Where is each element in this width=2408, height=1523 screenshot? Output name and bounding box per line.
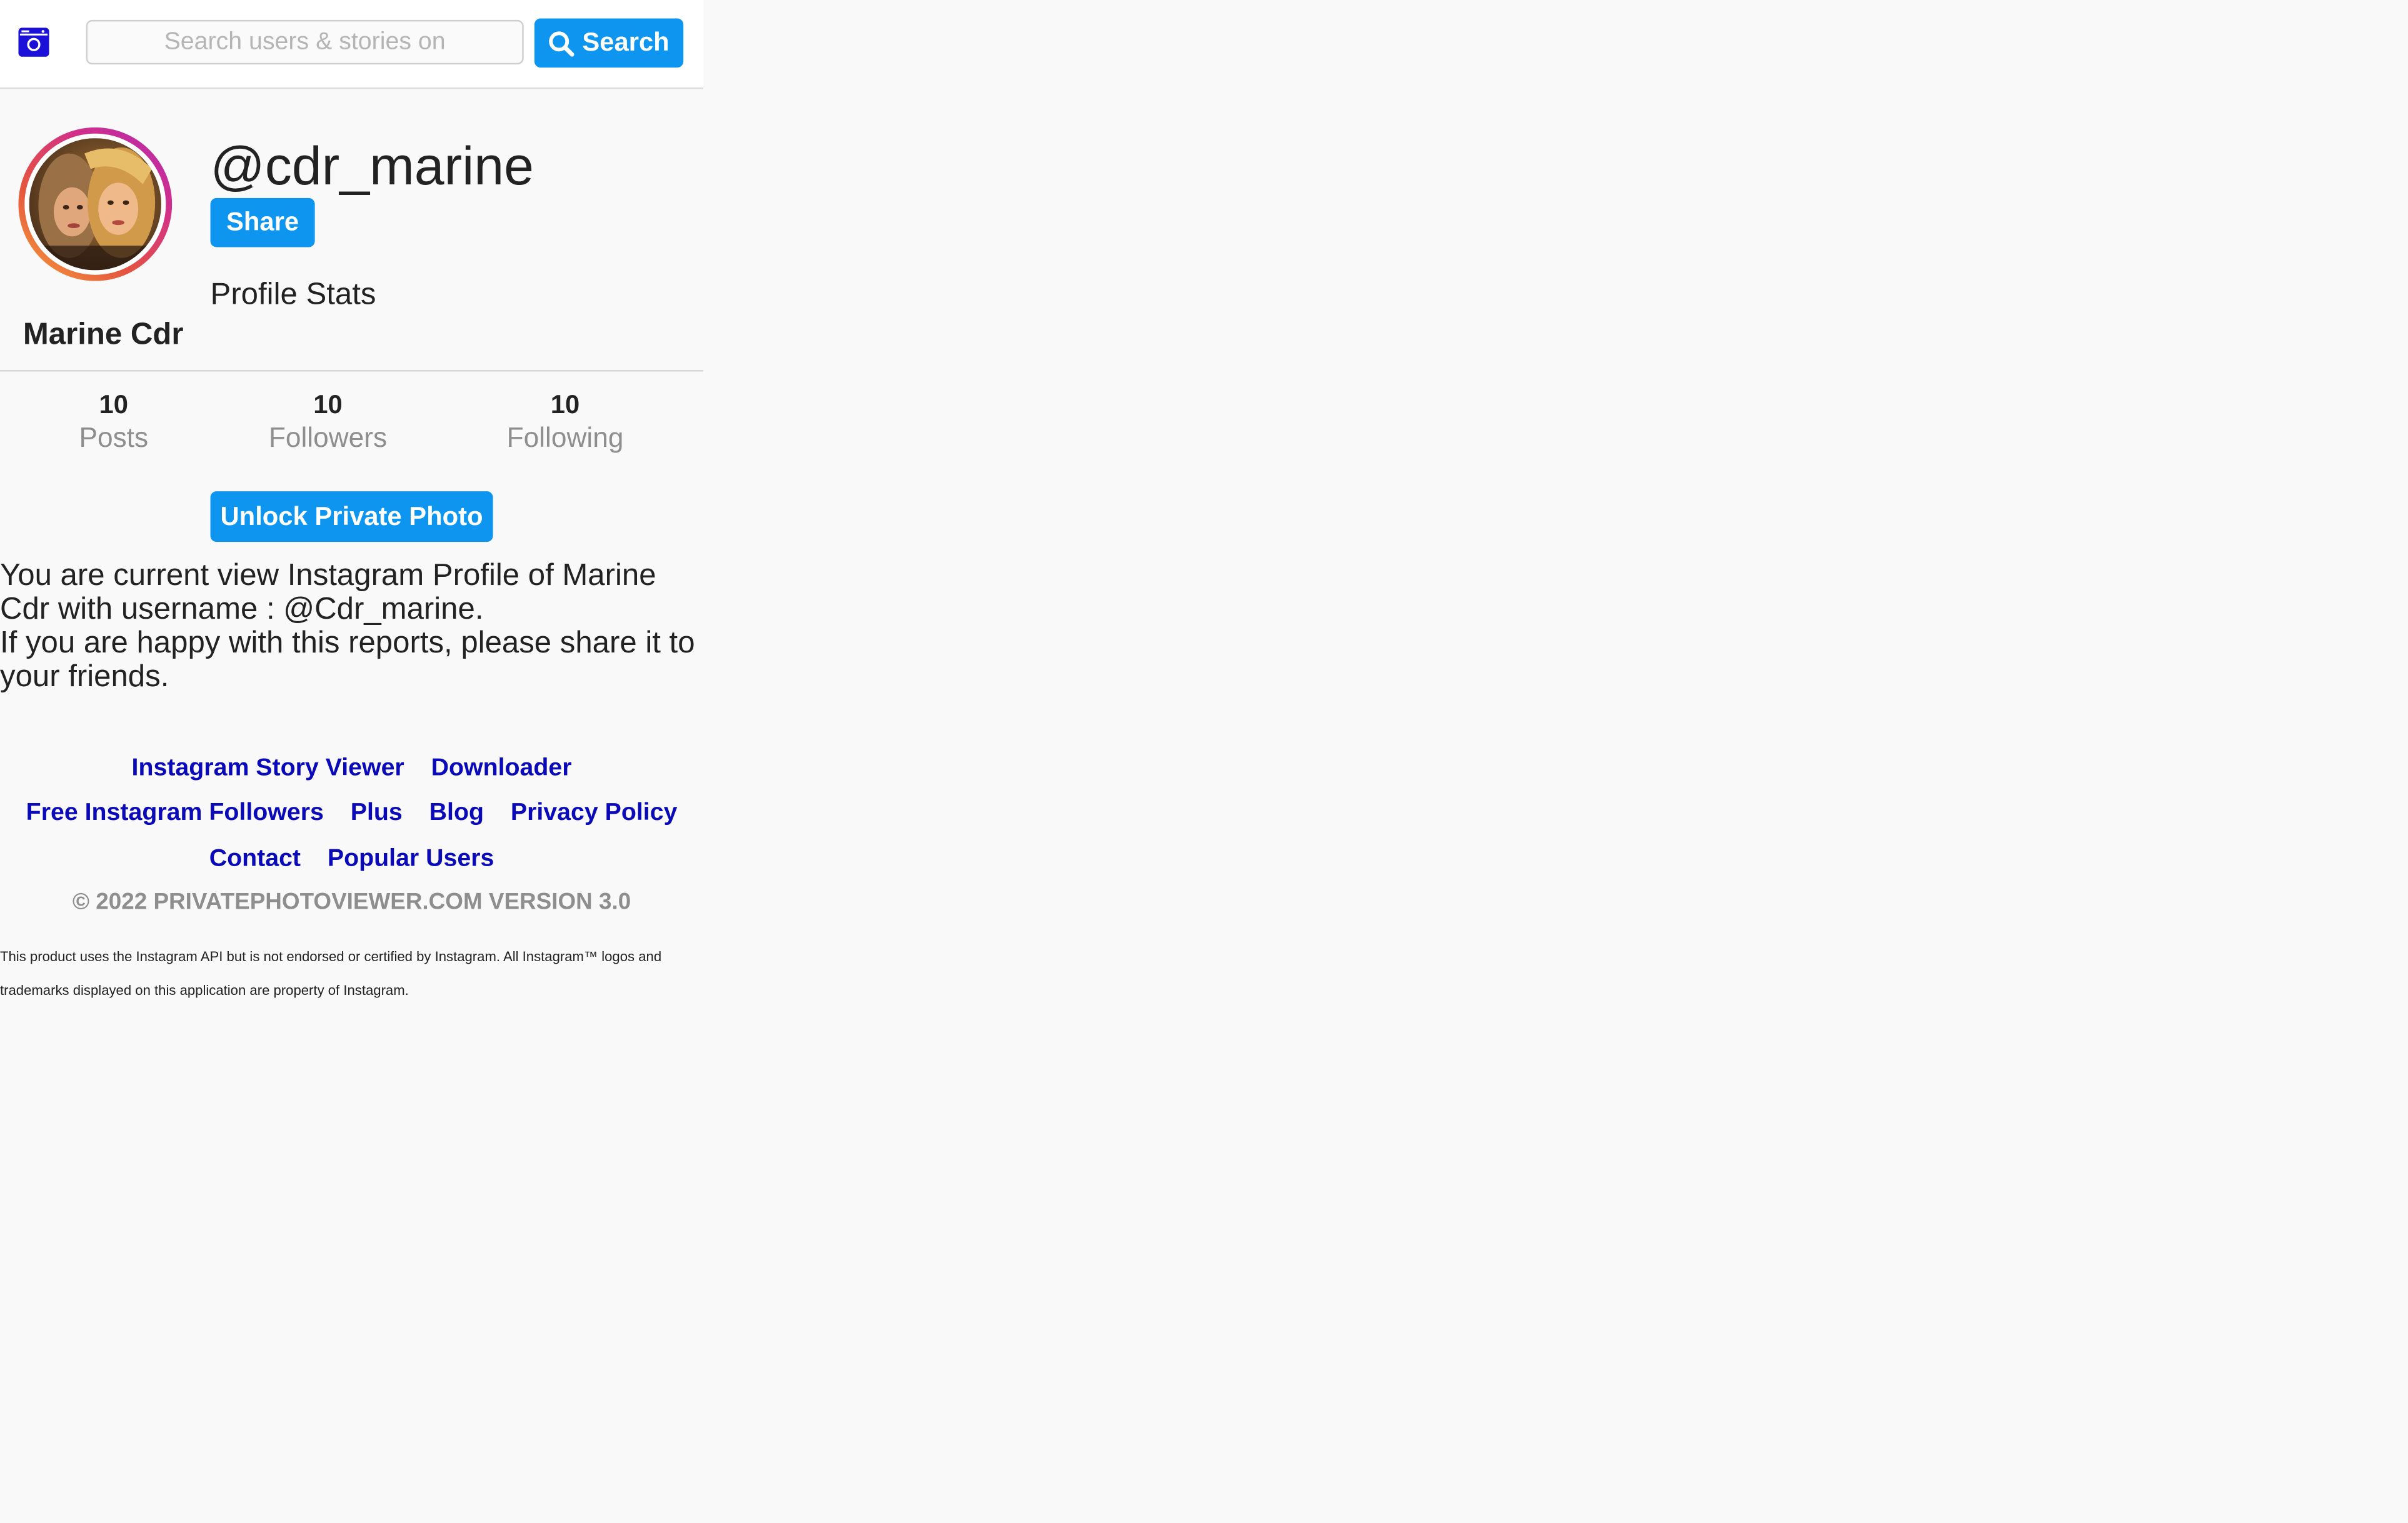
link-popular-users[interactable]: Popular Users xyxy=(328,846,494,872)
link-blog[interactable]: Blog xyxy=(429,801,484,827)
stat-following: 10 Following xyxy=(507,389,624,453)
link-story-viewer[interactable]: Instagram Story Viewer xyxy=(132,756,404,782)
link-plus[interactable]: Plus xyxy=(351,801,403,827)
profile-description: You are current view Instagram Profile o… xyxy=(0,559,703,694)
footer-row: Instagram Story Viewer Downloader xyxy=(0,749,703,794)
avatar[interactable] xyxy=(18,127,173,281)
footer-row: Free Instagram Followers Plus Blog Priva… xyxy=(0,794,703,839)
divider xyxy=(0,370,704,372)
stat-following-count: 10 xyxy=(550,389,580,419)
search-button[interactable]: Search xyxy=(534,18,684,68)
copyright: © 2022 PRIVATEPHOTOVIEWER.COM VERSION 3.… xyxy=(72,889,631,916)
unlock-private-photo-button[interactable]: Unlock Private Photo xyxy=(210,491,493,542)
link-free-followers[interactable]: Free Instagram Followers xyxy=(26,801,324,827)
stat-followers: 10 Followers xyxy=(269,389,387,453)
stat-posts: 10 Posts xyxy=(79,389,148,453)
profile-photo xyxy=(29,138,161,271)
description-line: You are current view Instagram Profile o… xyxy=(0,559,656,627)
stat-posts-count: 10 xyxy=(99,389,129,419)
link-privacy-policy[interactable]: Privacy Policy xyxy=(511,801,678,827)
footer-row: Contact Popular Users xyxy=(0,839,703,884)
link-contact[interactable]: Contact xyxy=(209,846,301,872)
search-icon xyxy=(549,31,574,56)
page: Search users & stories on Search @cdr_ma… xyxy=(0,0,2408,1523)
share-button[interactable]: Share xyxy=(210,197,315,247)
profile-username: @cdr_marine xyxy=(210,136,534,197)
stat-posts-label: Posts xyxy=(79,422,149,453)
stat-followers-label: Followers xyxy=(268,422,388,453)
top-bar: Search xyxy=(0,0,704,89)
avatar-border xyxy=(24,133,166,275)
stat-following-label: Following xyxy=(506,422,624,453)
search-button-label: Search xyxy=(582,27,670,57)
search-input[interactable] xyxy=(86,19,524,65)
instagram-camera-icon[interactable] xyxy=(18,27,49,57)
disclaimer: This product uses the Instagram API but … xyxy=(0,949,662,998)
stat-followers-count: 10 xyxy=(313,389,343,419)
footer-links: Instagram Story Viewer Downloader Free I… xyxy=(0,749,703,884)
profile-stats-heading: Profile Stats xyxy=(210,277,376,312)
link-downloader[interactable]: Downloader xyxy=(431,756,572,782)
description-line: If you are happy with this reports, plea… xyxy=(0,626,695,694)
profile-full-name: Marine Cdr xyxy=(23,317,184,352)
